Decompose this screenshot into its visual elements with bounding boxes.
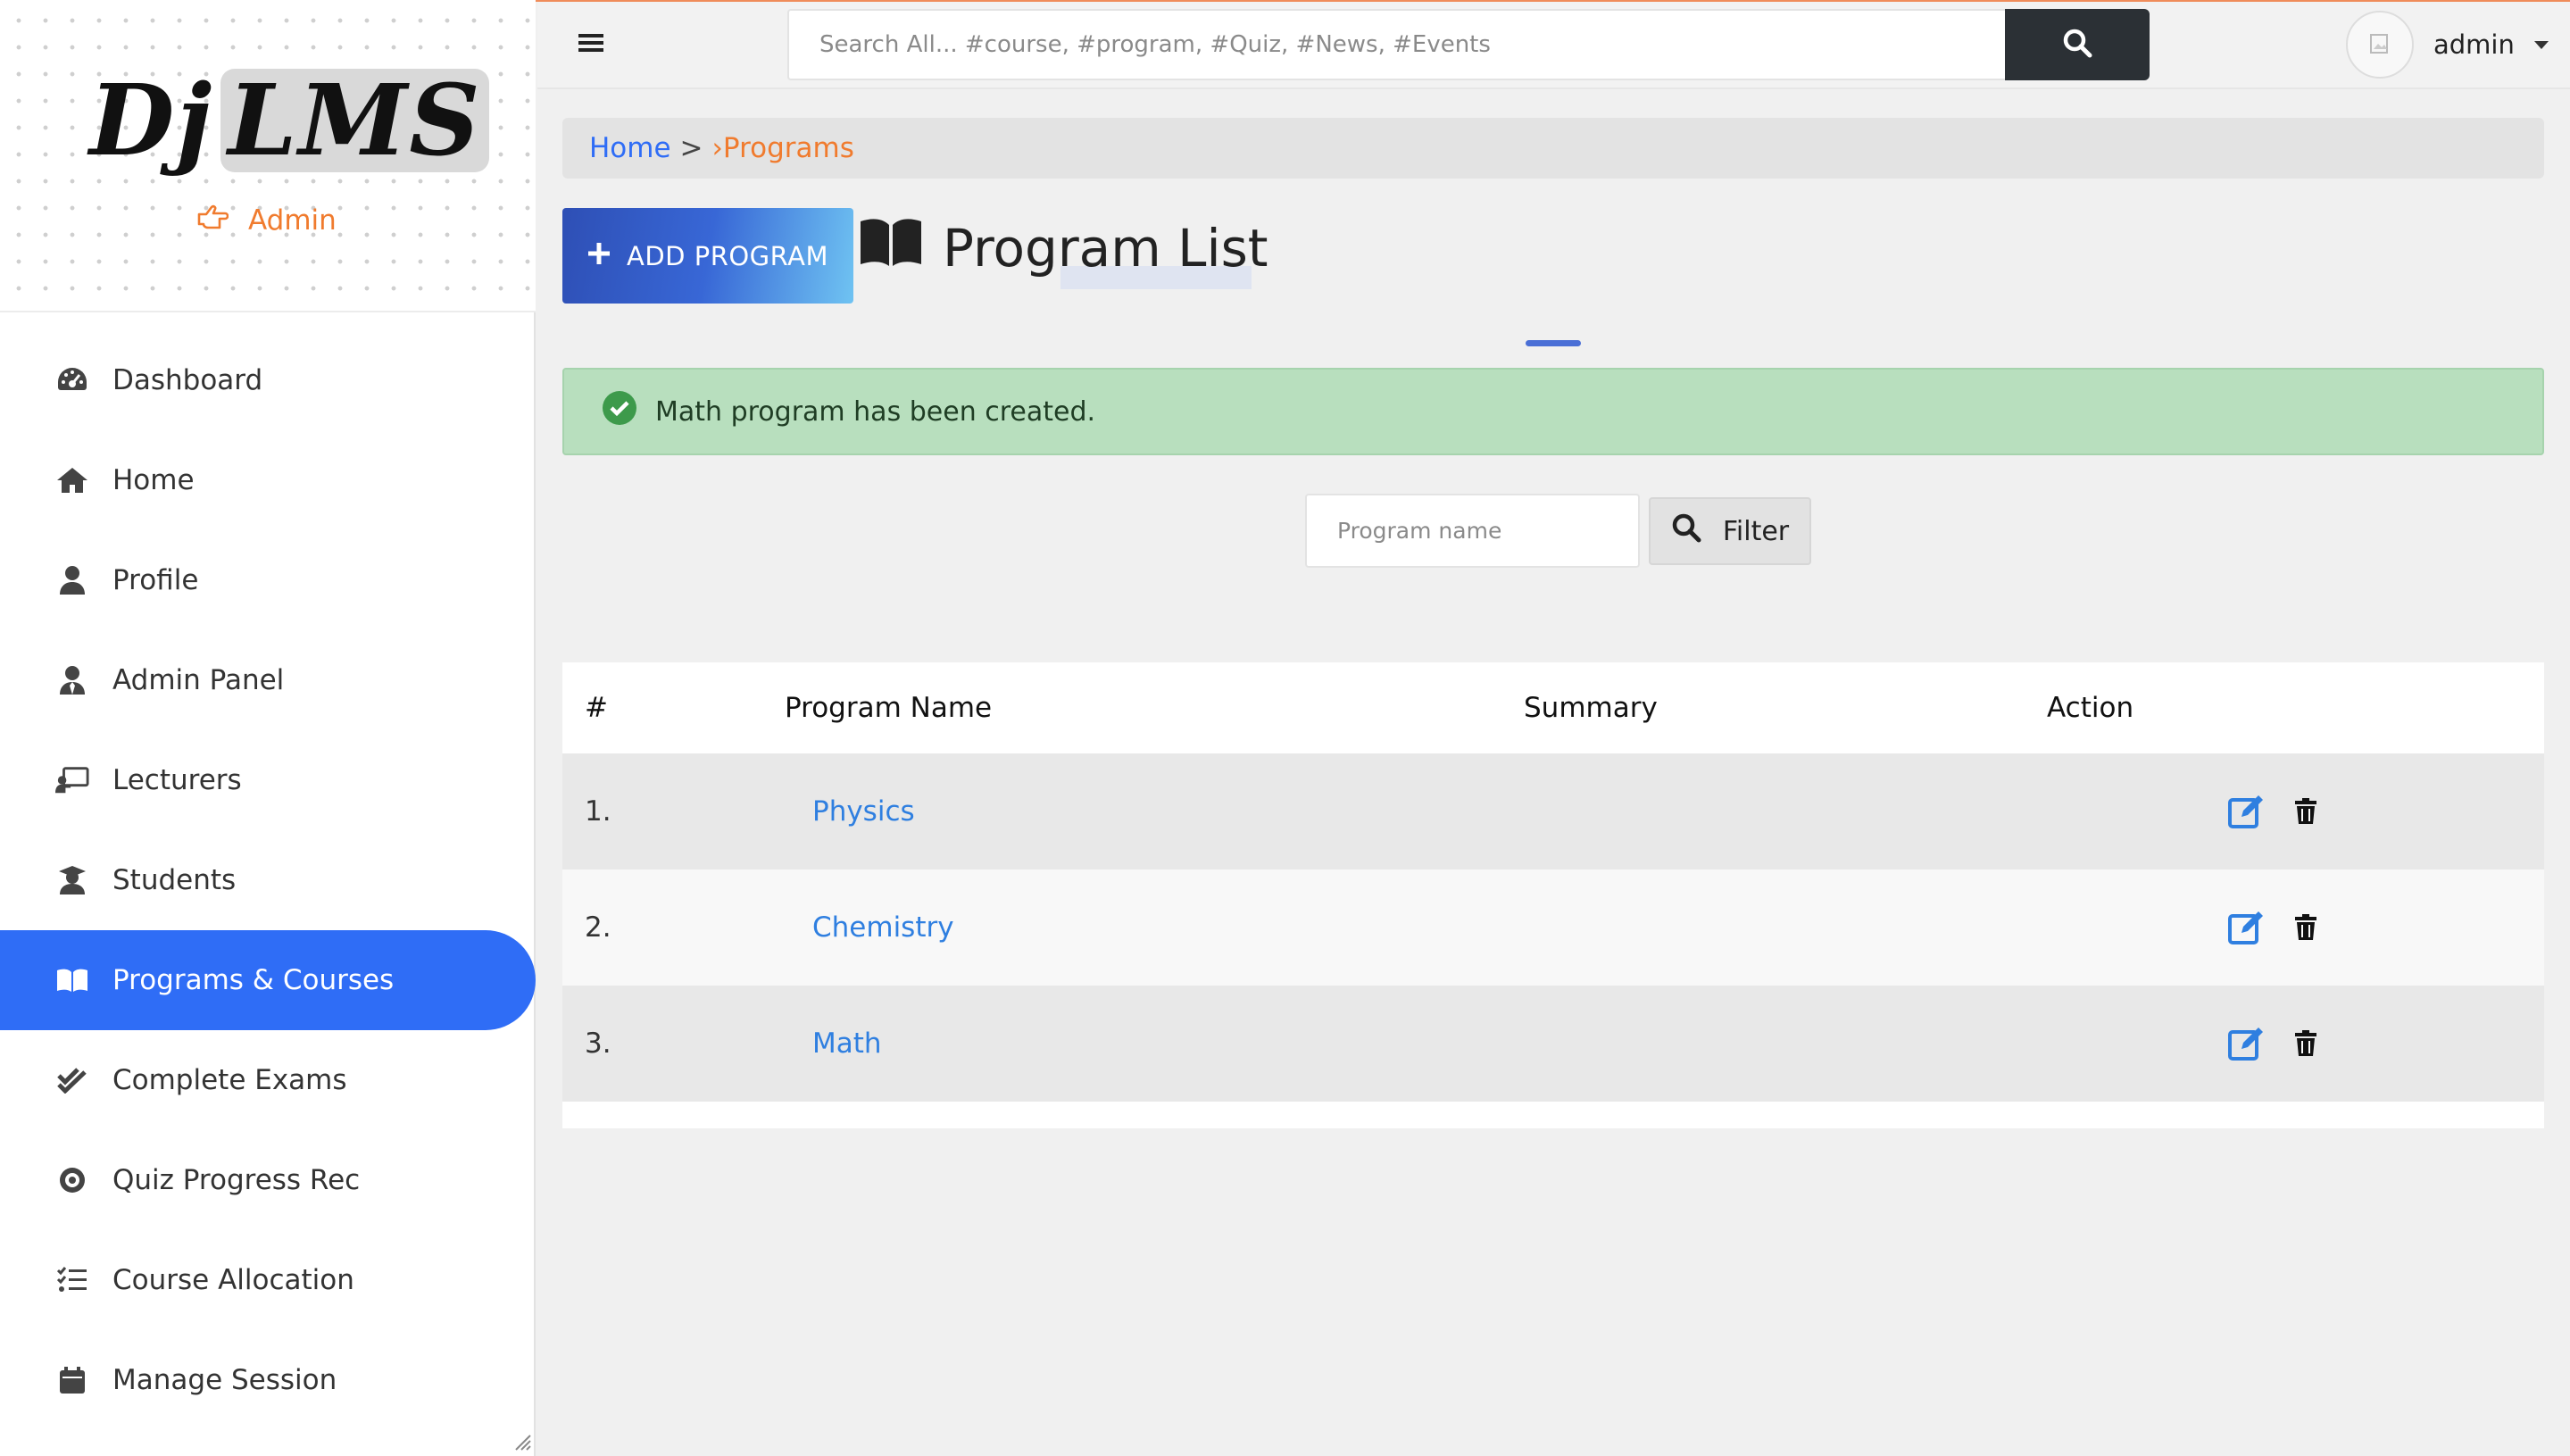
sidebar-item-manage-session[interactable]: Manage Session xyxy=(0,1330,536,1430)
table-row: 3. Math xyxy=(562,986,2544,1102)
chevron-down-icon[interactable] xyxy=(2533,40,2549,49)
filter-button-label: Filter xyxy=(1722,515,1790,547)
sidebar-item-label: Complete Exams xyxy=(112,1064,347,1096)
table-row: 2. Chemistry xyxy=(562,869,2544,986)
user-icon xyxy=(55,563,89,597)
breadcrumb-current: ›Programs xyxy=(711,132,854,164)
logo-area: Dj LMS Admin xyxy=(0,0,536,312)
role-label: Admin xyxy=(248,204,337,237)
program-name-filter-input[interactable] xyxy=(1305,494,1640,568)
search-button[interactable] xyxy=(2005,9,2150,80)
user-graduate-icon xyxy=(55,863,89,897)
sidebar-item-profile[interactable]: Profile xyxy=(0,530,536,630)
sidebar-item-label: Profile xyxy=(112,564,199,596)
user-name[interactable]: admin xyxy=(2433,29,2515,60)
program-link[interactable]: Chemistry xyxy=(812,869,954,986)
add-program-label: ADD PROGRAM xyxy=(627,240,828,271)
section-divider xyxy=(1526,340,1581,346)
column-header-index: # xyxy=(585,692,608,724)
top-bar: admin xyxy=(537,2,2570,89)
trash-icon[interactable] xyxy=(2287,1025,2325,1062)
dashboard-gauge-icon xyxy=(55,363,89,397)
sidebar-item-complete-exams[interactable]: Complete Exams xyxy=(0,1030,536,1130)
user-tie-icon xyxy=(55,663,89,697)
edit-icon[interactable] xyxy=(2228,909,2266,946)
sidebar-item-course-allocation[interactable]: Course Allocation xyxy=(0,1230,536,1330)
sidebar-item-label: Students xyxy=(112,864,237,896)
hamburger-menu-icon[interactable] xyxy=(575,27,607,59)
sidebar-item-lecturers[interactable]: Lecturers xyxy=(0,730,536,830)
column-header-summary: Summary xyxy=(1524,692,1658,724)
trash-icon[interactable] xyxy=(2287,909,2325,946)
sidebar-item-admin-panel[interactable]: Admin Panel xyxy=(0,630,536,730)
sidebar-item-label: Manage Session xyxy=(112,1364,337,1396)
edit-icon[interactable] xyxy=(2228,793,2266,830)
breadcrumb-separator: > xyxy=(679,132,703,164)
trash-icon[interactable] xyxy=(2287,793,2325,830)
plus-icon xyxy=(587,241,611,271)
sidebar: Dj LMS Admin Dashboard Home Profile Admi… xyxy=(0,0,536,1456)
calendar-icon xyxy=(55,1363,89,1397)
success-alert: Math program has been created. xyxy=(562,368,2544,455)
check-double-icon xyxy=(55,1063,89,1097)
sidebar-item-label: Dashboard xyxy=(112,364,263,396)
row-index: 3. xyxy=(585,1028,611,1060)
book-open-icon xyxy=(55,963,89,997)
sidebar-item-home[interactable]: Home xyxy=(0,430,536,530)
search-icon xyxy=(2062,28,2092,62)
column-header-program-name: Program Name xyxy=(785,692,993,724)
sidebar-item-dashboard[interactable]: Dashboard xyxy=(0,330,536,430)
row-index: 1. xyxy=(585,795,611,828)
search-icon xyxy=(1671,512,1701,550)
resize-grip-icon[interactable] xyxy=(511,1430,532,1452)
column-header-action: Action xyxy=(2047,692,2134,724)
home-icon xyxy=(55,463,89,497)
table-footer xyxy=(562,1102,2544,1128)
sidebar-item-quiz-progress[interactable]: Quiz Progress Rec xyxy=(0,1130,536,1230)
sidebar-item-students[interactable]: Students xyxy=(0,830,536,930)
sidebar-item-label: Quiz Progress Rec xyxy=(112,1164,361,1196)
user-menu[interactable]: admin xyxy=(2346,9,2549,80)
logo-lms-text: LMS xyxy=(220,69,489,172)
record-icon xyxy=(55,1163,89,1197)
sidebar-item-programs-courses[interactable]: Programs & Courses xyxy=(0,930,536,1030)
avatar[interactable] xyxy=(2346,11,2414,79)
book-open-icon xyxy=(859,216,923,280)
page-title: Program List xyxy=(859,212,1268,284)
program-link[interactable]: Math xyxy=(812,986,882,1102)
sidebar-item-label: Admin Panel xyxy=(112,664,285,696)
chalkboard-teacher-icon xyxy=(55,763,89,797)
global-search-input[interactable] xyxy=(787,9,2007,80)
edit-icon[interactable] xyxy=(2228,1025,2266,1062)
logo[interactable]: Dj LMS xyxy=(89,62,489,179)
breadcrumb-home-link[interactable]: Home xyxy=(589,132,671,164)
role-indicator: Admin xyxy=(196,200,337,241)
alert-message: Math program has been created. xyxy=(655,395,1096,428)
sidebar-item-label: Course Allocation xyxy=(112,1264,354,1296)
row-index: 2. xyxy=(585,911,611,944)
sidebar-item-label: Home xyxy=(112,464,195,496)
table-row: 1. Physics xyxy=(562,753,2544,869)
page-title-text: Program List xyxy=(943,218,1268,279)
add-program-button[interactable]: ADD PROGRAM xyxy=(562,208,853,304)
filter-button[interactable]: Filter xyxy=(1649,497,1811,565)
table-header: # Program Name Summary Action xyxy=(562,662,2544,753)
program-link[interactable]: Physics xyxy=(812,753,915,869)
check-circle-icon xyxy=(602,390,637,433)
tasks-list-icon xyxy=(55,1263,89,1297)
breadcrumb: Home > ›Programs xyxy=(562,118,2544,179)
logo-dj-text: Dj xyxy=(89,62,214,178)
hand-point-right-icon xyxy=(196,204,229,237)
sidebar-item-label: Programs & Courses xyxy=(112,964,395,996)
sidebar-item-label: Lecturers xyxy=(112,764,242,796)
